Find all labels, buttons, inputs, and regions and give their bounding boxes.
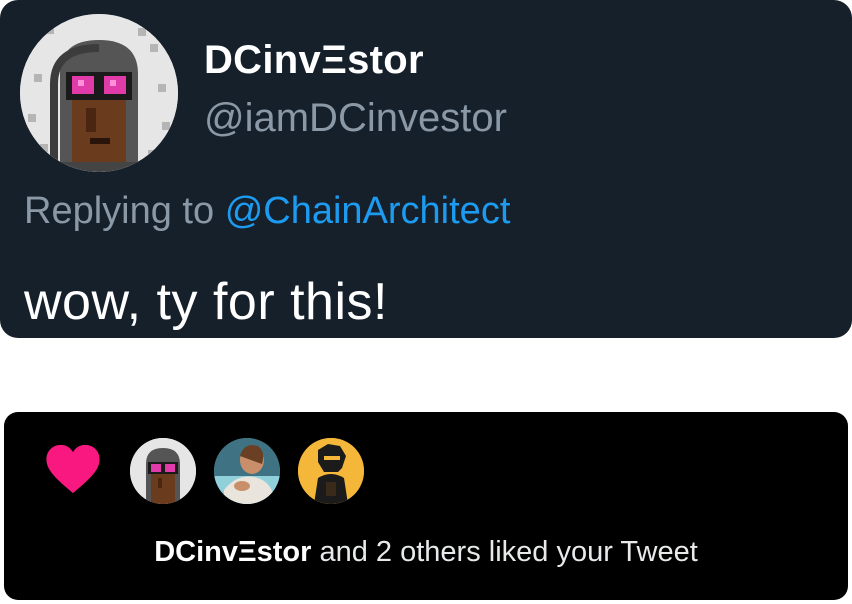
liked-text: and 2 others liked your Tweet: [319, 536, 698, 568]
tweet-text: wow, ty for this!: [24, 273, 388, 331]
liker-name[interactable]: DCinvΞstor: [154, 536, 311, 568]
like-notification[interactable]: DCinvΞstor and 2 others liked your Tweet: [4, 412, 848, 600]
user-handle[interactable]: @iamDCinvestor: [204, 96, 507, 141]
replying-to: Replying to @ChainArchitect: [24, 190, 510, 233]
avatar[interactable]: [20, 14, 178, 172]
tweet-card: DCinvΞstor @iamDCinvestor Replying to @C…: [0, 0, 852, 338]
avatar-image: [20, 14, 178, 172]
heart-icon: [46, 444, 100, 494]
display-name[interactable]: DCinvΞstor: [204, 38, 424, 83]
avatar-image: [130, 438, 196, 504]
replying-prefix: Replying to: [24, 190, 215, 232]
avatar-image: [214, 438, 280, 504]
liker-avatar-1[interactable]: [130, 438, 196, 504]
liker-avatar-3[interactable]: [298, 438, 364, 504]
mention-link[interactable]: @ChainArchitect: [225, 190, 511, 232]
avatar-image: [298, 438, 364, 504]
liked-summary: DCinvΞstor and 2 others liked your Tweet: [4, 536, 848, 569]
liker-avatar-2[interactable]: [214, 438, 280, 504]
